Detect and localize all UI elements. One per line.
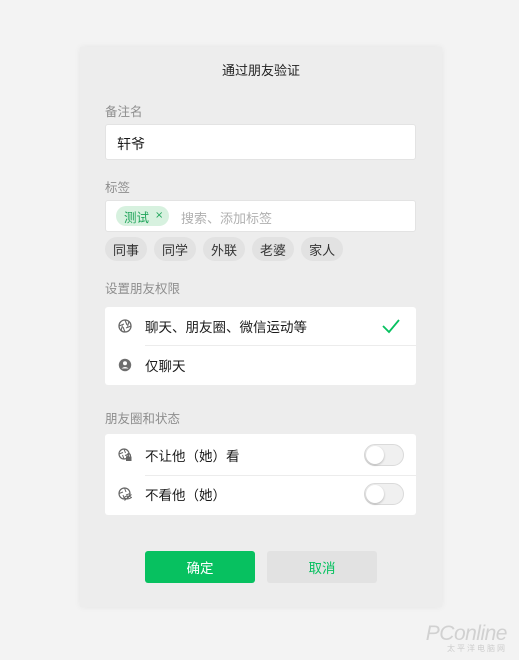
permissions-label: 设置朋友权限	[105, 281, 181, 296]
permission-option-label: 仅聊天	[145, 359, 186, 375]
dialog-title: 通过朋友验证	[221, 64, 300, 79]
moments-label: 朋友圈和状态	[105, 411, 181, 426]
remark-input[interactable]: 轩爷	[105, 124, 416, 160]
tag-suggestion[interactable]: 老婆	[252, 237, 295, 261]
permission-option-all[interactable]: 聊天、朋友圈、微信运动等	[105, 307, 416, 345]
eye-slash-icon	[118, 487, 132, 501]
confirm-button[interactable]: 确定	[145, 551, 255, 583]
tag-suggestion[interactable]: 同事	[105, 237, 148, 261]
tag-input[interactable]: 测试 × 搜索、添加标签	[105, 200, 416, 232]
tag-suggestions: 同事 同学 外联 老婆 家人	[105, 237, 344, 261]
toggle-knob	[366, 485, 384, 503]
permissions-card: 聊天、朋友圈、微信运动等 仅聊天	[105, 307, 416, 385]
watermark: PConline 太平洋电脑网	[426, 622, 508, 654]
aperture-icon	[118, 319, 132, 333]
friend-verification-dialog: 通过朋友验证 备注名 轩爷 标签 测试 × 搜索、添加标签 同事 同学 外联 老…	[80, 47, 442, 607]
hide-their-moments-toggle[interactable]	[364, 483, 404, 505]
hide-their-moments-label: 不看他（她）	[145, 488, 226, 504]
remark-value: 轩爷	[117, 137, 145, 153]
selected-tag-chip: 测试 ×	[116, 206, 170, 226]
hide-my-moments-label: 不让他（她）看	[145, 449, 240, 465]
chat-bubble-icon	[118, 358, 132, 372]
permission-option-chat-only[interactable]: 仅聊天	[105, 346, 416, 384]
hide-my-moments-toggle[interactable]	[364, 444, 404, 466]
tag-suggestion[interactable]: 同学	[154, 237, 197, 261]
tag-suggestion[interactable]: 家人	[301, 237, 344, 261]
tag-search-placeholder[interactable]: 搜索、添加标签	[181, 208, 272, 227]
tag-suggestion[interactable]: 外联	[203, 237, 246, 261]
checkmark-icon	[382, 319, 400, 334]
selected-tag-text: 测试	[124, 209, 150, 225]
hide-my-moments-row: 不让他（她）看	[105, 436, 416, 474]
tags-label: 标签	[105, 180, 131, 195]
lock-aperture-icon	[118, 448, 132, 461]
cancel-button[interactable]: 取消	[267, 551, 377, 583]
remark-label: 备注名	[105, 104, 143, 119]
permission-option-label: 聊天、朋友圈、微信运动等	[145, 320, 307, 336]
remove-tag-icon[interactable]: ×	[155, 211, 163, 221]
moments-card: 不让他（她）看 不看他（她）	[105, 434, 416, 515]
toggle-knob	[366, 446, 384, 464]
hide-their-moments-row: 不看他（她）	[105, 475, 416, 513]
